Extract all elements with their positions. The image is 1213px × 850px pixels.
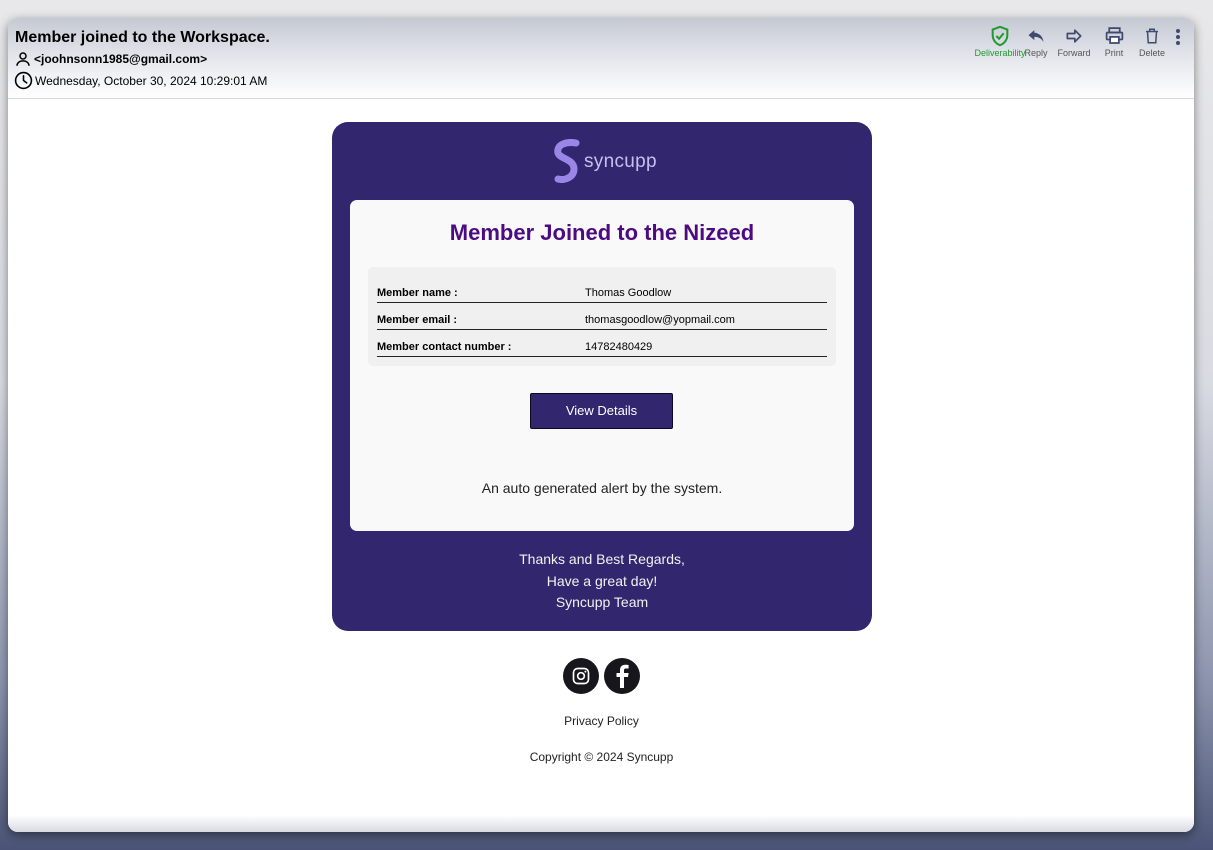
sender-row: <joohnsonn1985@gmail.com> bbox=[14, 50, 207, 68]
copyright-text: Copyright © 2024 Syncupp bbox=[529, 750, 674, 764]
email-date: Wednesday, October 30, 2024 10:29:01 AM bbox=[35, 73, 268, 88]
auto-generated-note: An auto generated alert by the system. bbox=[481, 480, 723, 496]
print-button[interactable]: Print bbox=[1096, 25, 1132, 58]
email-viewer-window: Member joined to the Workspace. <joohnso… bbox=[8, 18, 1194, 832]
signoff: Thanks and Best Regards, Have a great da… bbox=[332, 549, 872, 614]
signoff-line: Have a great day! bbox=[546, 572, 658, 589]
social-links bbox=[563, 658, 640, 694]
forward-icon bbox=[1054, 25, 1094, 47]
signoff-line: Thanks and Best Regards, bbox=[519, 551, 685, 567]
notification-card: Member Joined to the Nizeed Member name … bbox=[350, 200, 854, 531]
detail-row-contact: Member contact number : 14782480429 bbox=[377, 329, 827, 357]
privacy-policy-link[interactable]: Privacy Policy bbox=[0, 714, 1203, 728]
detail-label: Member email : bbox=[377, 314, 458, 326]
detail-value[interactable]: thomasgoodlow@yopmail.com bbox=[585, 314, 735, 326]
member-details-table: Member name : Thomas Goodlow Member emai… bbox=[368, 267, 836, 366]
detail-label: Member name : bbox=[377, 287, 458, 299]
syncupp-logo: syncupp bbox=[552, 139, 657, 188]
facebook-icon[interactable] bbox=[604, 658, 640, 694]
notification-title: Member Joined to the Nizeed bbox=[449, 220, 755, 245]
more-vertical-icon bbox=[1175, 29, 1181, 50]
detail-label: Member contact number : bbox=[377, 341, 512, 353]
reply-label: Reply bbox=[1024, 48, 1048, 58]
delete-label: Delete bbox=[1138, 48, 1165, 58]
detail-value: Thomas Goodlow bbox=[585, 287, 672, 299]
more-options-button[interactable] bbox=[1175, 28, 1181, 51]
syncupp-logo-mark bbox=[552, 139, 580, 188]
view-details-button[interactable]: View Details bbox=[530, 393, 673, 429]
date-row: Wednesday, October 30, 2024 10:29:01 AM bbox=[14, 71, 267, 90]
delete-button[interactable]: Delete bbox=[1135, 25, 1169, 58]
forward-label: Forward bbox=[1057, 48, 1091, 58]
forward-button[interactable]: Forward bbox=[1054, 25, 1094, 58]
detail-value: 14782480429 bbox=[585, 341, 653, 353]
window-footer-bar bbox=[8, 815, 1194, 832]
email-header: Member joined to the Workspace. <joohnso… bbox=[8, 18, 1194, 99]
printer-icon bbox=[1096, 25, 1132, 47]
email-body-card: syncupp Member Joined to the Nizeed Memb… bbox=[332, 122, 872, 631]
person-icon bbox=[14, 50, 32, 68]
detail-row-email: Member email : thomasgoodlow@yopmail.com bbox=[377, 302, 827, 330]
clock-icon bbox=[14, 71, 33, 90]
reply-icon bbox=[1018, 25, 1054, 47]
email-subject: Member joined to the Workspace. bbox=[15, 29, 270, 46]
print-label: Print bbox=[1104, 48, 1124, 58]
trash-icon bbox=[1135, 25, 1169, 47]
logo-wordmark: syncupp bbox=[584, 150, 657, 172]
sender-email: <joohnsonn1985@gmail.com> bbox=[34, 52, 208, 66]
detail-row-name: Member name : Thomas Goodlow bbox=[377, 275, 827, 303]
reply-button[interactable]: Reply bbox=[1018, 25, 1054, 58]
signoff-line: Syncupp Team bbox=[555, 594, 649, 610]
instagram-icon[interactable] bbox=[563, 658, 599, 694]
